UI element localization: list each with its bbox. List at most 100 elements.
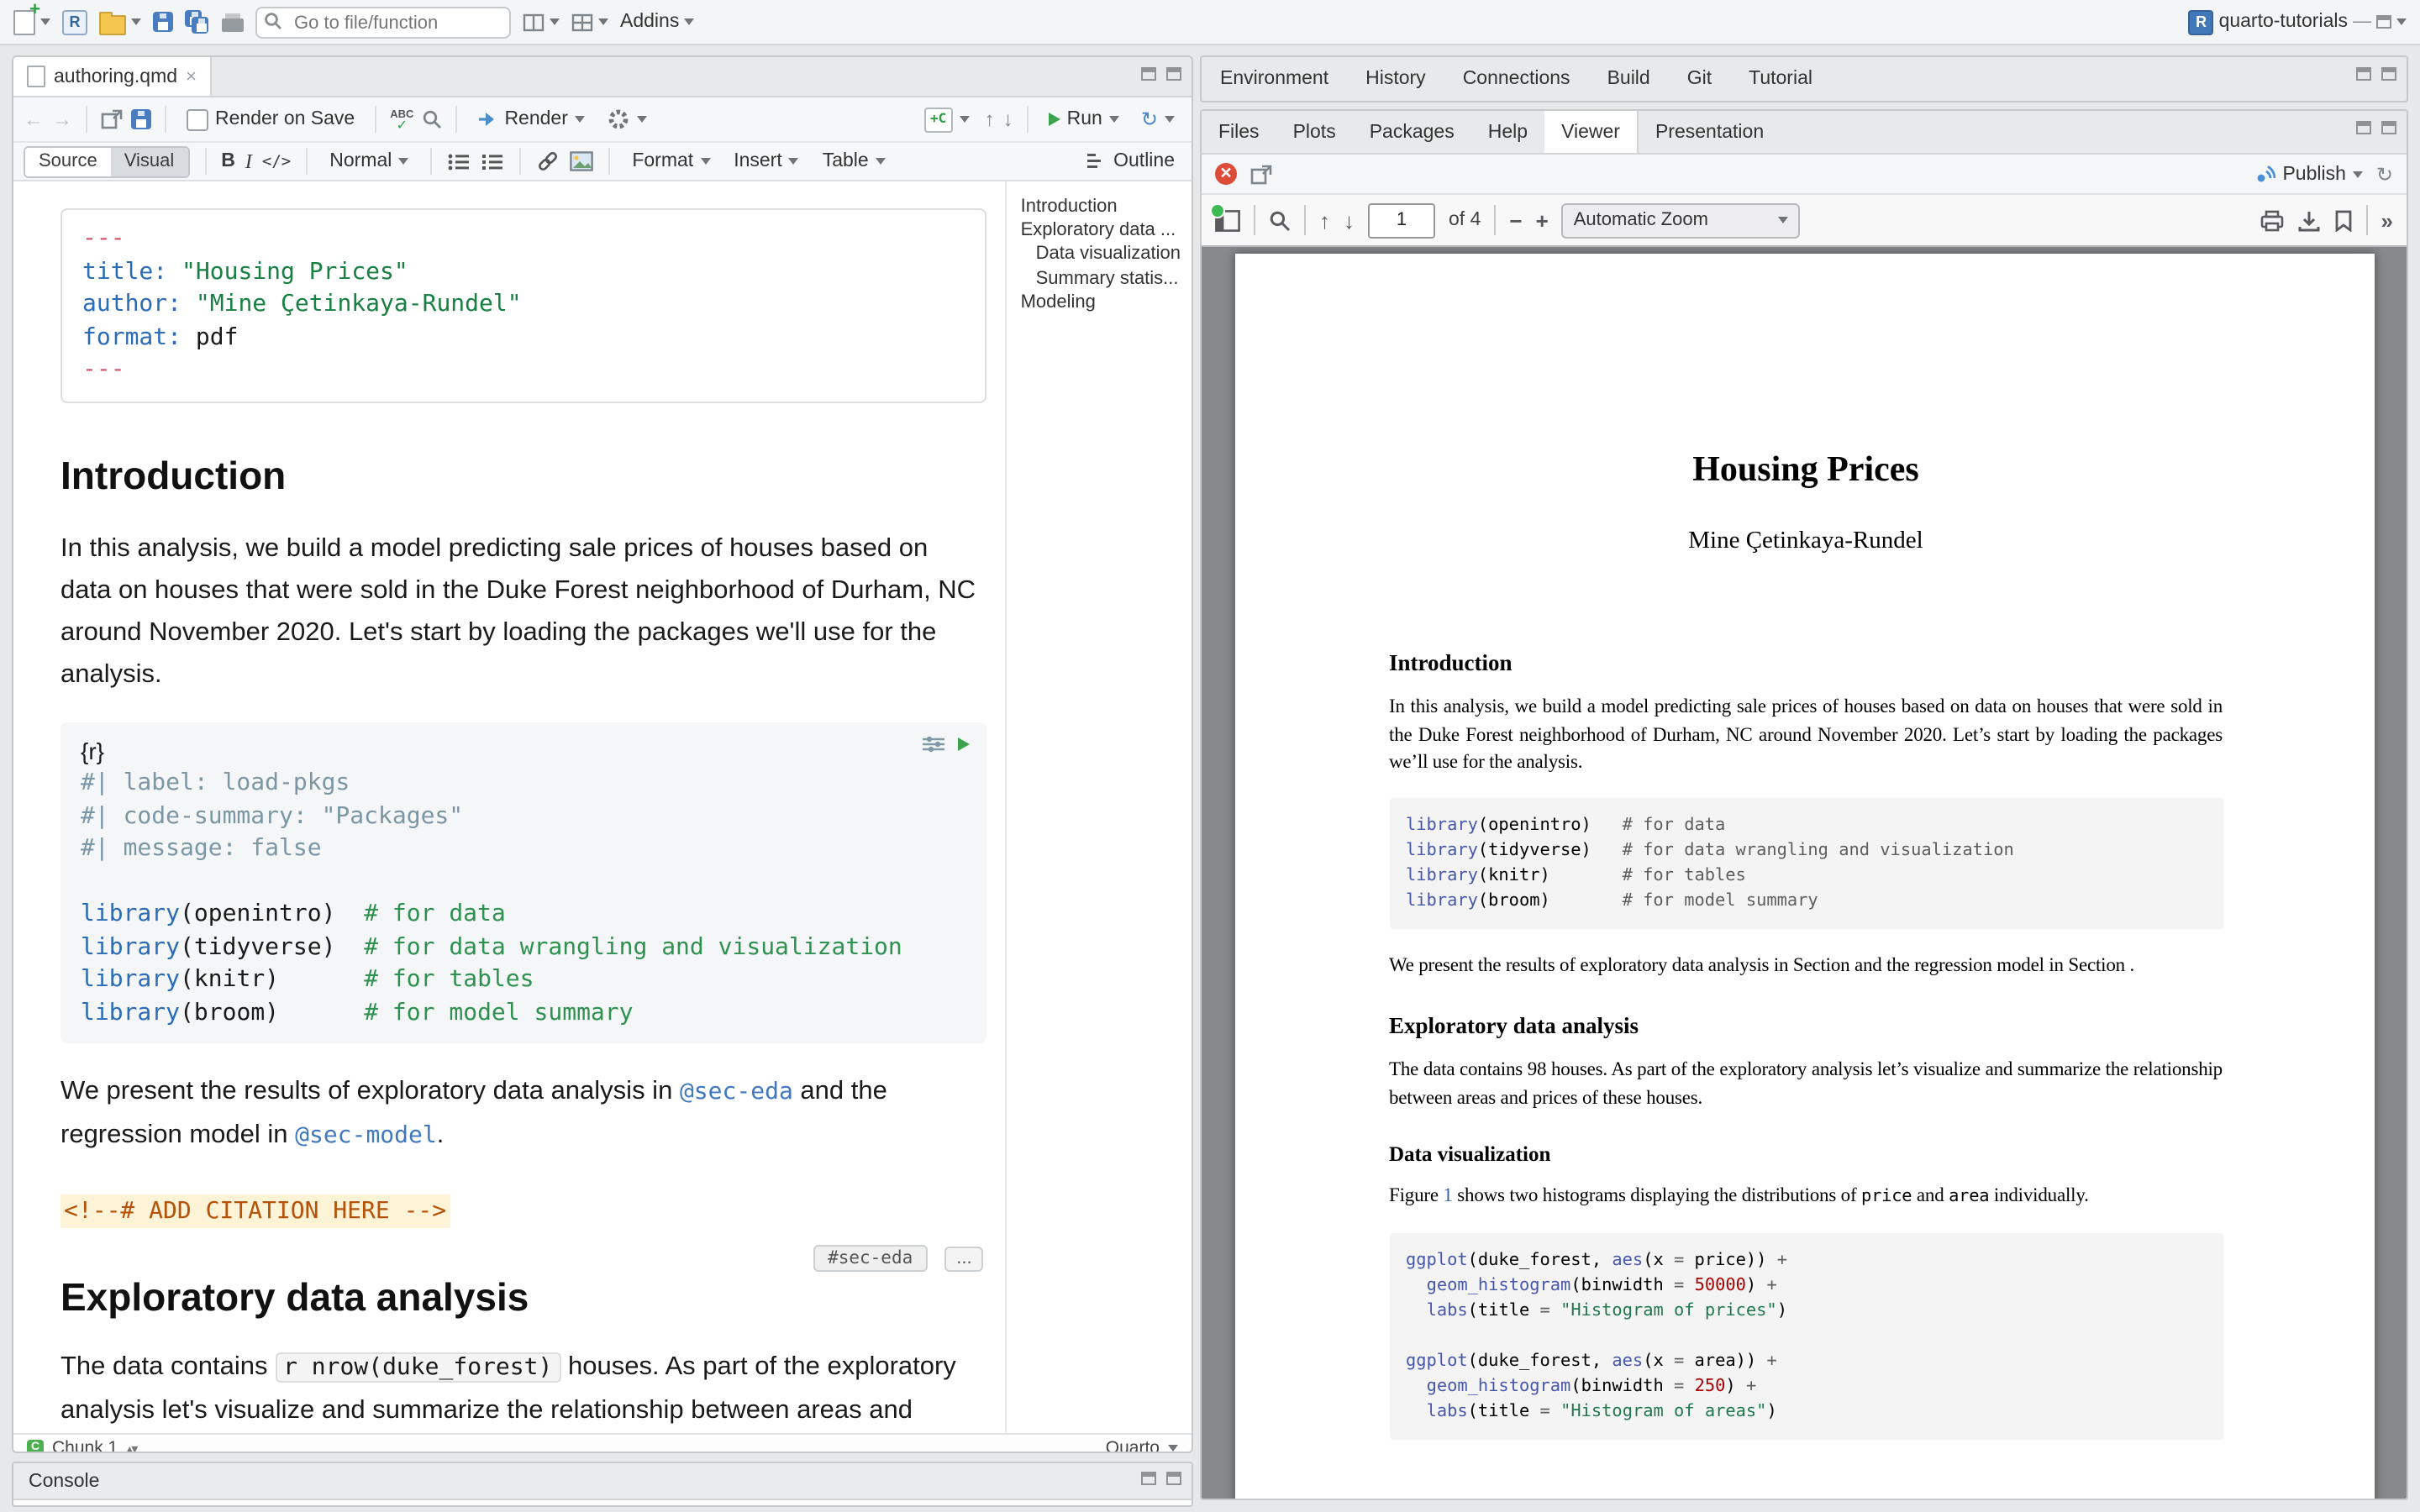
- pdf-print-icon[interactable]: [2260, 209, 2284, 231]
- minimize-pane-icon[interactable]: [1141, 67, 1156, 81]
- yaml-block[interactable]: --- title: "Housing Prices" author: "Min…: [60, 208, 987, 402]
- maximize-pane-icon[interactable]: [2381, 121, 2396, 134]
- table-menu[interactable]: Table: [816, 144, 892, 178]
- chunk-position-label[interactable]: Chunk 1: [52, 1438, 118, 1453]
- maximize-pane-icon[interactable]: [1166, 67, 1181, 81]
- save-all-button[interactable]: [185, 10, 210, 34]
- pdf-download-icon[interactable]: [2297, 209, 2321, 231]
- bold-button[interactable]: B: [221, 151, 235, 171]
- close-tab-icon[interactable]: ×: [186, 66, 197, 87]
- insert-chunk-button[interactable]: +C: [918, 102, 976, 136]
- rerun-button[interactable]: ↻: [1134, 102, 1181, 136]
- tab-build[interactable]: Build: [1589, 57, 1669, 101]
- sec-eda-crossref[interactable]: @sec-eda: [680, 1079, 793, 1105]
- tab-presentation[interactable]: Presentation: [1639, 111, 1781, 153]
- section-menu-button[interactable]: ...: [944, 1246, 983, 1271]
- tab-connections[interactable]: Connections: [1444, 57, 1589, 101]
- refresh-icon[interactable]: ↻: [2376, 162, 2393, 186]
- numbered-list-icon[interactable]: [481, 152, 504, 171]
- tab-authoring-qmd[interactable]: authoring.qmd ×: [13, 57, 212, 96]
- chunk-indicator-icon[interactable]: C: [27, 1440, 44, 1453]
- document-format-label[interactable]: Quarto: [1106, 1438, 1160, 1453]
- zoom-in-icon[interactable]: +: [1536, 207, 1549, 233]
- tab-packages[interactable]: Packages: [1353, 111, 1471, 153]
- maximize-pane-icon[interactable]: [1166, 1472, 1181, 1485]
- popout-icon[interactable]: [1250, 164, 1272, 184]
- heading-introduction[interactable]: Introduction: [60, 449, 987, 500]
- code-format-button[interactable]: </>: [262, 152, 291, 171]
- minimize-pane-icon[interactable]: [2356, 121, 2371, 134]
- tab-environment[interactable]: Environment: [1202, 57, 1347, 101]
- format-menu[interactable]: Format: [625, 144, 717, 178]
- citation-comment[interactable]: <!--# ADD CITATION HERE -->: [60, 1194, 450, 1228]
- next-chunk-icon[interactable]: ↓: [1003, 108, 1013, 131]
- page-number-input[interactable]: [1368, 202, 1435, 238]
- data-paragraph[interactable]: The data contains r nrow(duke_forest) ho…: [60, 1346, 976, 1433]
- link-icon[interactable]: [536, 151, 560, 171]
- spellcheck-icon[interactable]: ABC✓: [390, 108, 413, 130]
- render-button[interactable]: Render: [471, 102, 591, 136]
- run-button[interactable]: Run: [1042, 102, 1126, 136]
- outline-item-modeling[interactable]: Modeling: [1021, 291, 1185, 314]
- source-mode-button[interactable]: Source: [25, 147, 111, 176]
- save-icon[interactable]: [131, 109, 151, 129]
- goto-file-input[interactable]: [255, 7, 511, 39]
- insert-menu[interactable]: Insert: [727, 144, 806, 178]
- keyboard-shortcuts-button[interactable]: [523, 13, 560, 31]
- outline-item-data-visualization[interactable]: Data visualization: [1021, 243, 1185, 266]
- new-file-button[interactable]: [13, 9, 50, 34]
- zoom-out-icon[interactable]: −: [1509, 207, 1522, 233]
- heading-eda[interactable]: Exploratory data analysis: [60, 1272, 987, 1322]
- results-paragraph[interactable]: We present the results of exploratory da…: [60, 1070, 976, 1158]
- chunk-code[interactable]: #| label: load-pkgs#| code-summary: "Pac…: [81, 768, 967, 1030]
- open-file-button[interactable]: [99, 9, 141, 34]
- pane-layout-button[interactable]: [571, 13, 608, 31]
- outline-item-introduction[interactable]: Introduction: [1021, 195, 1185, 218]
- intro-paragraph[interactable]: In this analysis, we build a model predi…: [60, 527, 976, 695]
- sec-model-crossref[interactable]: @sec-model: [295, 1122, 437, 1149]
- publish-button[interactable]: Publish: [2254, 164, 2362, 184]
- new-project-button[interactable]: R: [62, 9, 87, 34]
- previous-page-icon[interactable]: ↑: [1319, 207, 1330, 233]
- minimize-pane-icon[interactable]: [2356, 67, 2371, 81]
- save-button[interactable]: [153, 12, 173, 32]
- tab-git[interactable]: Git: [1669, 57, 1730, 101]
- forward-icon[interactable]: →: [52, 108, 72, 131]
- paragraph-style-select[interactable]: Normal: [323, 144, 415, 178]
- tab-history[interactable]: History: [1347, 57, 1444, 101]
- outline-item-summary-statistics[interactable]: Summary statis...: [1021, 266, 1185, 290]
- minimize-pane-icon[interactable]: [1141, 1472, 1156, 1485]
- visual-mode-button[interactable]: Visual: [111, 147, 188, 176]
- popout-icon[interactable]: [101, 109, 123, 129]
- tab-tutorial[interactable]: Tutorial: [1730, 57, 1831, 101]
- clear-viewer-icon[interactable]: ✕: [1215, 163, 1237, 185]
- window-restore-icon[interactable]: [2376, 15, 2391, 29]
- section-id-badge[interactable]: #sec-eda: [813, 1245, 928, 1272]
- inline-r-code[interactable]: r nrow(duke_forest): [275, 1352, 560, 1383]
- project-menu[interactable]: R quarto-tutorials —: [2189, 9, 2407, 34]
- zoom-level-select[interactable]: Automatic Zoom: [1562, 202, 1801, 238]
- print-button[interactable]: [222, 12, 244, 32]
- maximize-pane-icon[interactable]: [2381, 67, 2396, 81]
- tab-plots[interactable]: Plots: [1276, 111, 1353, 153]
- bullet-list-icon[interactable]: [447, 152, 471, 171]
- chunk-nav-arrows-icon[interactable]: ▴▾: [126, 1441, 136, 1453]
- pdf-viewport[interactable]: Housing Prices Mine Çetinkaya-Rundel Int…: [1202, 247, 2407, 1500]
- run-chunk-icon[interactable]: [959, 737, 971, 750]
- chunk-options-icon[interactable]: [923, 735, 945, 752]
- tab-files[interactable]: Files: [1202, 111, 1276, 153]
- back-icon[interactable]: ←: [24, 108, 44, 131]
- outline-item-eda[interactable]: Exploratory data ...: [1021, 218, 1185, 242]
- tab-viewer[interactable]: Viewer: [1544, 111, 1639, 153]
- italic-button[interactable]: I: [245, 149, 252, 174]
- pdf-sidebar-toggle[interactable]: [1215, 209, 1240, 231]
- tab-help[interactable]: Help: [1471, 111, 1544, 153]
- render-on-save-checkbox[interactable]: Render on Save: [180, 102, 361, 136]
- window-minimize-icon[interactable]: —: [2353, 12, 2371, 32]
- settings-button[interactable]: [600, 102, 654, 136]
- pdf-search-icon[interactable]: [1269, 209, 1291, 231]
- addins-menu[interactable]: Addins: [620, 12, 694, 32]
- next-page-icon[interactable]: ↓: [1344, 207, 1355, 233]
- pdf-bookmark-icon[interactable]: [2334, 209, 2353, 231]
- visual-editor-body[interactable]: --- title: "Housing Prices" author: "Min…: [13, 181, 1006, 1433]
